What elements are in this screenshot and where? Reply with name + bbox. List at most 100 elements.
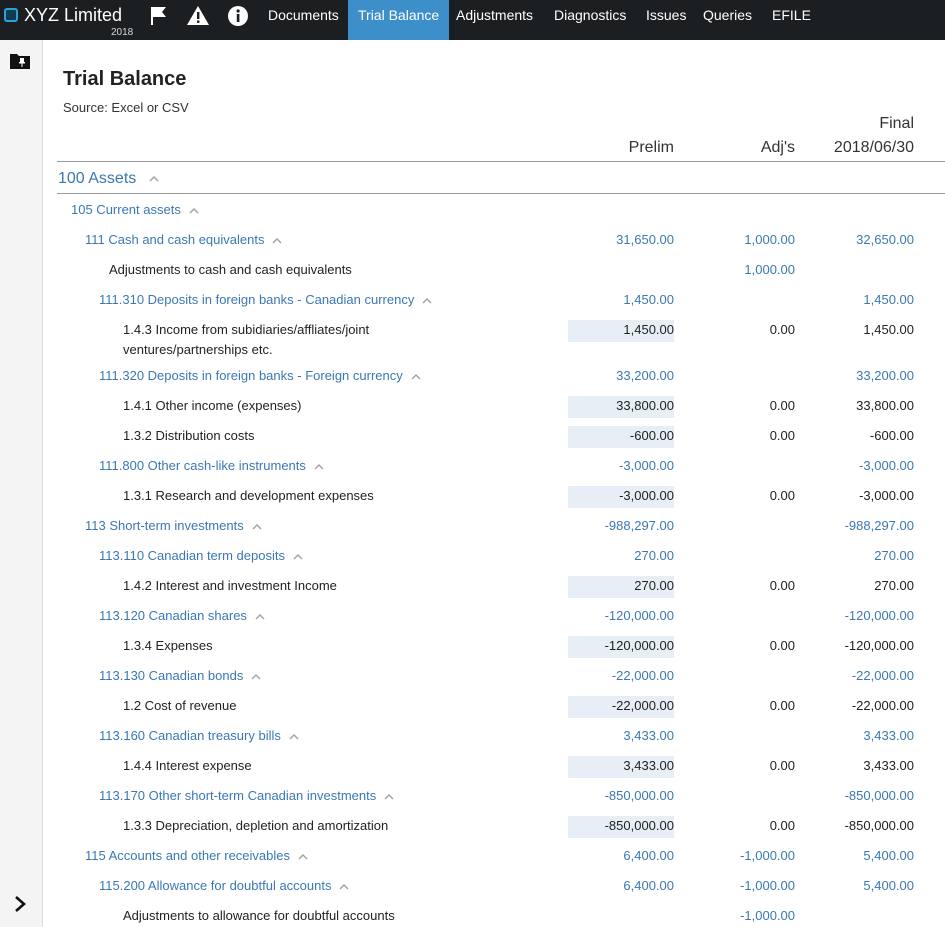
prelim-value[interactable]: -120,000.00	[568, 636, 674, 658]
chevron-up-icon[interactable]	[149, 174, 159, 184]
row-label[interactable]: 113.120 Canadian shares	[99, 606, 265, 626]
prelim-value[interactable]: 33,800.00	[568, 396, 674, 418]
table-row: 113.110 Canadian term deposits 270.00 27…	[0, 546, 945, 576]
row-label[interactable]: 113.110 Canadian term deposits	[99, 546, 303, 566]
final-value: -22,000.00	[851, 698, 914, 713]
prelim-value: 1,450.00	[623, 292, 674, 307]
chevron-up-icon[interactable]	[255, 612, 265, 622]
table-row: 111 Cash and cash equivalents 31,650.00 …	[0, 230, 945, 260]
row-label: 1.2 Cost of revenue	[123, 698, 237, 713]
row-label[interactable]: 115 Accounts and other receivables	[85, 846, 308, 866]
prelim-value[interactable]: 3,433.00	[568, 756, 674, 778]
final-value: -850,000.00	[844, 818, 914, 833]
tab-efile[interactable]: EFILE	[762, 0, 821, 40]
final-value: 1,450.00	[863, 292, 914, 307]
info-icon[interactable]	[226, 4, 250, 28]
row-label-text: 105 Current assets	[71, 202, 181, 217]
col-adjustments: Adj's	[760, 139, 795, 156]
chevron-up-icon[interactable]	[298, 852, 308, 862]
table-row: 115 Accounts and other receivables 6,400…	[0, 846, 945, 876]
table-row: 1.4.4 Interest expense 3,433.00 0.00 3,4…	[0, 756, 945, 786]
table-row: 1.3.2 Distribution costs -600.00 0.00 -6…	[0, 426, 945, 456]
row-label-text: 115 Accounts and other receivables	[85, 848, 291, 863]
chevron-up-icon[interactable]	[422, 296, 432, 306]
chevron-up-icon[interactable]	[339, 882, 349, 892]
chevron-up-icon[interactable]	[411, 372, 421, 382]
final-value: -3,000.00	[859, 458, 914, 473]
brand[interactable]: XYZ Limited 2018	[0, 0, 140, 40]
tab-adjustments[interactable]: Adjustments	[446, 0, 543, 40]
tab-issues[interactable]: Issues	[636, 0, 696, 40]
final-value: 5,400.00	[863, 878, 914, 893]
table-row: 1.3.3 Depreciation, depletion and amorti…	[0, 816, 945, 846]
prelim-value: 270.00	[634, 548, 674, 563]
prelim-value: 6,400.00	[623, 848, 674, 863]
row-label[interactable]: 115.200 Allowance for doubtful accounts	[99, 876, 349, 896]
prelim-value[interactable]: -600.00	[568, 426, 674, 448]
adj-value: 0.00	[769, 322, 795, 337]
row-label[interactable]: 111.310 Deposits in foreign banks - Cana…	[99, 290, 432, 310]
tab-queries[interactable]: Queries	[693, 0, 762, 40]
chevron-up-icon[interactable]	[252, 522, 262, 532]
row-label[interactable]: 113.130 Canadian bonds	[99, 666, 261, 686]
row-label-text: 111 Cash and cash equivalents	[85, 232, 265, 247]
final-value: -988,297.00	[844, 518, 914, 533]
prelim-value[interactable]: -850,000.00	[568, 816, 674, 838]
table-row: Adjustments to allowance for doubtful ac…	[0, 906, 945, 927]
final-value: -850,000.00	[844, 788, 914, 803]
row-label[interactable]: 111.800 Other cash-like instruments	[99, 456, 324, 476]
table-row: 111.320 Deposits in foreign banks - Fore…	[0, 366, 945, 396]
chevron-up-icon[interactable]	[289, 732, 299, 742]
prelim-value[interactable]: 1,450.00	[568, 320, 674, 342]
chevron-up-icon[interactable]	[272, 236, 282, 246]
prelim-value[interactable]: 270.00	[568, 576, 674, 598]
row-label: 1.3.1 Research and development expenses	[123, 488, 374, 503]
tab-documents[interactable]: Documents	[258, 0, 349, 40]
final-value: -22,000.00	[851, 668, 914, 683]
chevron-up-icon[interactable]	[293, 552, 303, 562]
row-label[interactable]: 111.320 Deposits in foreign banks - Fore…	[99, 366, 421, 386]
tab-diagnostics[interactable]: Diagnostics	[544, 0, 636, 40]
row-label[interactable]: 113.160 Canadian treasury bills	[99, 726, 299, 746]
chevron-up-icon[interactable]	[251, 672, 261, 682]
adj-value[interactable]: -1,000.00	[700, 846, 795, 866]
prelim-value[interactable]: -3,000.00	[568, 486, 674, 508]
prelim-value: -988,297.00	[604, 518, 674, 533]
row-label: 1.4.3 Income from subidiaries/affliates/…	[123, 322, 370, 337]
table-row: 113.170 Other short-term Canadian invest…	[0, 786, 945, 816]
adj-value[interactable]: -1,000.00	[700, 876, 795, 896]
row-label-text: 111.310 Deposits in foreign banks - Cana…	[99, 292, 415, 307]
chevron-up-icon[interactable]	[384, 792, 394, 802]
adj-value: 0.00	[769, 578, 795, 593]
section-divider	[57, 193, 945, 194]
row-label[interactable]: 113.170 Other short-term Canadian invest…	[99, 786, 394, 806]
row-label[interactable]: 113 Short-term investments	[85, 516, 262, 536]
table-row: 113.120 Canadian shares -120,000.00 -120…	[0, 606, 945, 636]
table-row: 111.310 Deposits in foreign banks - Cana…	[0, 290, 945, 320]
table-row: 1.2 Cost of revenue -22,000.00 0.00 -22,…	[0, 696, 945, 726]
row-label[interactable]: 111 Cash and cash equivalents	[85, 230, 282, 250]
top-bar: XYZ Limited 2018 Documents Trial Balance…	[0, 0, 945, 40]
table-row: 111.800 Other cash-like instruments -3,0…	[0, 456, 945, 486]
warning-icon[interactable]	[186, 4, 210, 28]
row-label-text: 111.320 Deposits in foreign banks - Fore…	[99, 368, 403, 383]
chevron-up-icon[interactable]	[314, 462, 324, 472]
final-value: -120,000.00	[844, 638, 914, 653]
prelim-value[interactable]: -22,000.00	[568, 696, 674, 718]
header-divider	[57, 161, 945, 162]
row-label: 1.4.4 Interest expense	[123, 758, 252, 773]
tab-trial-balance[interactable]: Trial Balance	[348, 0, 450, 40]
table-row: 105 Current assets	[0, 200, 945, 230]
table-row: 113 Short-term investments -988,297.00 -…	[0, 516, 945, 546]
flag-icon[interactable]	[147, 4, 171, 28]
section-assets[interactable]: 100 Assets	[58, 169, 159, 189]
adj-value[interactable]: 1,000.00	[700, 230, 795, 250]
final-value: 33,200.00	[856, 368, 914, 383]
adj-value[interactable]: 1,000.00	[700, 260, 795, 280]
folder-pin-icon[interactable]	[9, 52, 31, 70]
chevron-up-icon[interactable]	[189, 206, 199, 216]
prelim-value: -850,000.00	[604, 788, 674, 803]
adj-value[interactable]: -1,000.00	[700, 906, 795, 926]
row-label: 1.3.2 Distribution costs	[123, 428, 255, 443]
row-label[interactable]: 105 Current assets	[71, 200, 199, 220]
